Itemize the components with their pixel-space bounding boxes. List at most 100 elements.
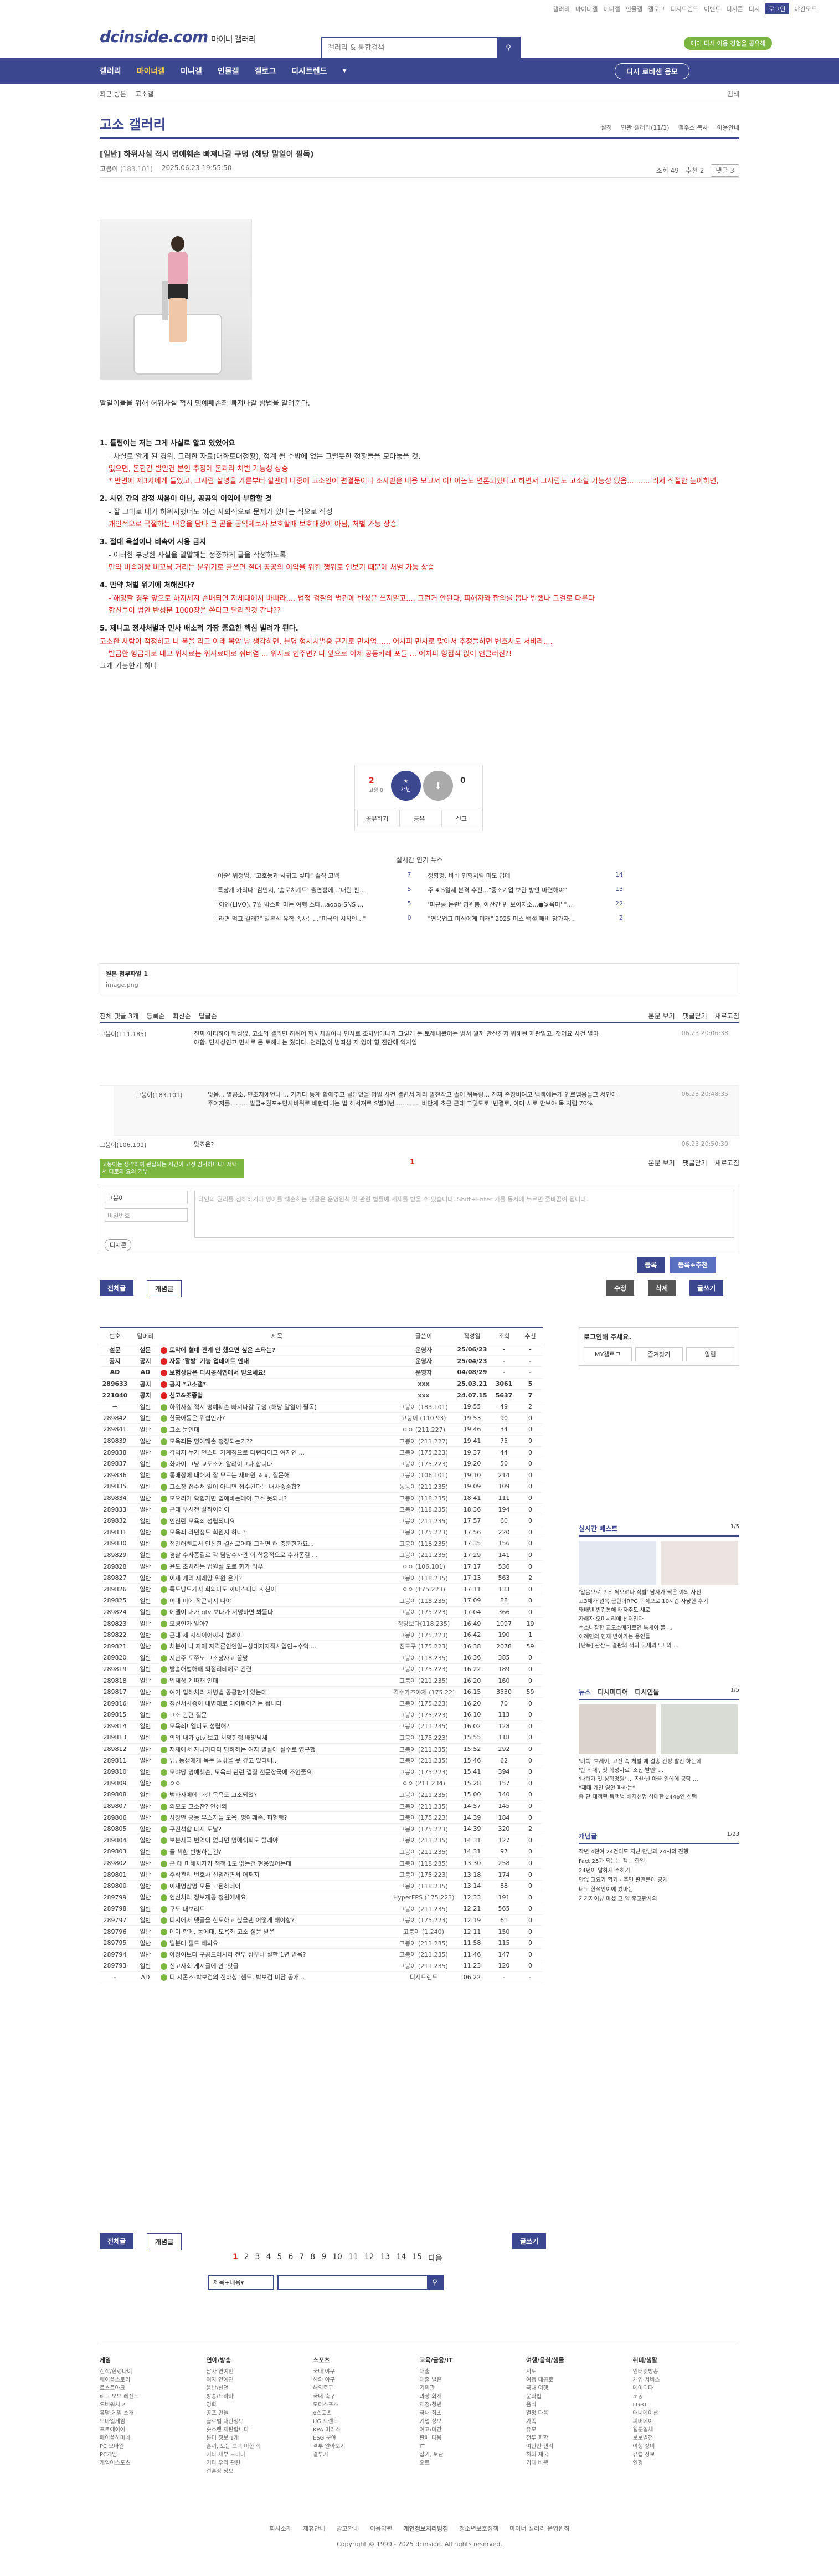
post-writer[interactable]: 고붕이 (211.235) xyxy=(393,1676,454,1685)
comment-sort[interactable]: 답글순 xyxy=(199,1011,217,1021)
footer-link[interactable]: 국내 최초 xyxy=(420,2409,527,2418)
post-title-link[interactable]: 신고사회 게시글에 안 '맛글 xyxy=(161,1962,393,1970)
footer-link[interactable]: 기대 바쁨 xyxy=(526,2459,633,2467)
news-title[interactable]: '피규롱 논란' 영원봉, 아산간 빈 보이지소...●윷옥미' "... xyxy=(428,900,573,909)
footer-link[interactable]: 판매 다음 xyxy=(420,2434,527,2442)
post-writer[interactable]: 고붕이 (211.235) xyxy=(393,1904,454,1913)
nav-item[interactable]: 갤러리 xyxy=(100,65,121,76)
post-writer[interactable]: HyperFPS (175.223) xyxy=(393,1894,454,1901)
post-title-link[interactable]: 근대 제 자식이어싸자 범례아 xyxy=(161,1631,393,1640)
post-writer[interactable]: 고붕이 (211.235) xyxy=(393,1745,454,1754)
comment-page[interactable]: 1 xyxy=(410,1158,415,1166)
next-page-button[interactable]: 다음 xyxy=(428,2252,442,2263)
gallery-tool[interactable]: 연관 갤러리(11/1) xyxy=(621,123,669,132)
page-link[interactable]: 4 xyxy=(266,2252,271,2263)
post-writer[interactable]: 고붕이 (175.223) xyxy=(393,1665,454,1673)
news-tab[interactable]: 뉴스 xyxy=(579,1687,591,1697)
post-writer[interactable]: ㅇㅇ (211.227) xyxy=(393,1425,454,1434)
footer-link[interactable]: 전투 화학 xyxy=(526,2434,633,2442)
all-posts-button[interactable]: 전체글 xyxy=(100,1280,134,1296)
post-title-link[interactable]: 정신서사증이 내병대로 대어화아가는 됩니다 xyxy=(161,1699,393,1708)
footer-link[interactable]: 결투기 xyxy=(313,2451,420,2459)
footer-heading[interactable]: 교육/금융/IT xyxy=(420,2355,527,2364)
footer-link[interactable]: 모터스포츠 xyxy=(313,2401,420,2409)
footer-link[interactable]: 과장 회계 xyxy=(420,2393,527,2401)
page-link[interactable]: 1 xyxy=(233,2252,238,2263)
footer-link[interactable]: 기업 정보 xyxy=(420,2418,527,2426)
concept-posts-button[interactable]: 개념글 xyxy=(147,2233,182,2250)
post-title-link[interactable]: 입체상 계따재 인대 xyxy=(161,1676,393,1685)
footer-link[interactable]: KPA 미리스 xyxy=(313,2426,420,2434)
news-title[interactable]: 정향명, 바비 인형처럼 미모 업데 xyxy=(428,871,511,880)
footer-bar-link[interactable]: 제휴안내 xyxy=(303,2524,325,2533)
login-shortcut[interactable]: 알림 xyxy=(686,1347,735,1361)
post-title-link[interactable]: 범하자에에 대한 목욕도 고소되었? xyxy=(161,1790,393,1799)
gallery-tool[interactable]: 이용안내 xyxy=(717,123,739,132)
comment-sort[interactable]: 최신순 xyxy=(173,1011,191,1021)
post-title-link[interactable]: 모오리가 확힙가면 입에바는데이 고소 못되나? xyxy=(161,1494,393,1503)
nav-item[interactable]: 미니갤 xyxy=(181,65,202,76)
gallery-title[interactable]: 고소 갤러리 xyxy=(100,114,166,133)
news-item[interactable]: '반 위대', 첫 학성자로 '소신 발언' ... xyxy=(579,1766,739,1775)
post-writer[interactable]: 고붕이 (110.93) xyxy=(393,1414,454,1422)
footer-link[interactable]: 메이플스토리 xyxy=(100,2376,207,2384)
post-writer[interactable]: 동동이 (211.235) xyxy=(393,1482,454,1491)
post-writer[interactable]: 고붕이 (118.235) xyxy=(393,1859,454,1868)
table-row[interactable]: 설문 설문 토막에 혈대 관계 안 했으면 싶은 스타는? 운영자 25/06/23 - - xyxy=(100,1344,543,1356)
realtime-item[interactable]: 고3체가 왼쪽 군한이RPG 목적으로 10시간 사냥한 후기 xyxy=(579,1597,739,1606)
post-writer[interactable]: 고붕이 (118.235) xyxy=(393,1882,454,1891)
popular-news-item[interactable]: '이준' 위청범, "고호동과 사귀고 싶다" 솔직 고백 7 xyxy=(216,871,411,880)
post-title-link[interactable]: 보본사국 번역이 없다면 명예훼퇴도 털래야 xyxy=(161,1836,393,1845)
table-row[interactable]: 289820 일반 지난주 토쭈노 그소상자고 꼼망 고붕이 (118.235) 16:… xyxy=(100,1652,543,1664)
recent-visit[interactable]: 최근 방문 xyxy=(100,89,126,99)
news-item[interactable]: 중 단 대책된 독책법 배지선명 삼대한 2446연 선택 xyxy=(579,1793,739,1802)
post-title-link[interactable]: 특도낭드게시 회의마도 까마스니다 시친이 xyxy=(161,1585,393,1594)
reply-count-button[interactable]: 댓글 3 xyxy=(711,164,739,177)
footer-bar-link[interactable]: 회사소개 xyxy=(270,2524,292,2533)
table-row[interactable]: 289815 일반 고소 관련 질문 고붕이 (175.223) 16:10 113 0 xyxy=(100,1709,543,1721)
post-writer[interactable]: 운영자 xyxy=(393,1356,454,1365)
table-row[interactable]: 289838 일반 감덕지 누가 인스타 가계정으로 다랜다이고 여자인 ... 고붕… xyxy=(100,1447,543,1458)
post-title-link[interactable]: 디 시콘즈-박보검의 진하칭 '샌드, 박보검 미담 공개... xyxy=(161,1973,393,1981)
nav-item[interactable]: 갤로그 xyxy=(254,65,276,76)
search-input[interactable] xyxy=(322,38,497,58)
post-title-link[interactable]: 모야당 명예훼손, 모욕죄 관런 껍질 전문장국에 조언줄요 xyxy=(161,1768,393,1776)
news-title[interactable]: "연육업고 미식에게 미래" 2025 미스 백설 패비 참가자... xyxy=(428,914,575,923)
table-row[interactable]: 289824 일반 에델이 내가 gtv 보다가 서명하면 봐뜸다 고붕이 (175.… xyxy=(100,1607,543,1619)
register-button[interactable]: 등록 xyxy=(637,1257,665,1273)
post-title-link[interactable]: 의모도 고소찬? 인신의 xyxy=(161,1802,393,1811)
post-writer[interactable]: 고붕이 (175.223) xyxy=(393,1631,454,1640)
post-title-link[interactable]: 주식관리 번호사 선임하면서 어쩌지 xyxy=(161,1870,393,1879)
footer-link[interactable]: 국내 축구 xyxy=(313,2393,420,2401)
realtime-item[interactable]: '알몸으로 포즈 찍으려다 적발' 남자가 찍은 야외 사진 xyxy=(579,1589,739,1597)
concept-posts-button[interactable]: 개념글 xyxy=(147,1280,182,1297)
page-link[interactable]: 13 xyxy=(380,2252,390,2263)
write-button[interactable]: 글쓰기 xyxy=(512,2233,547,2249)
table-row[interactable]: 289804 일반 보본사국 번역이 없다면 명예훼퇴도 털래야 고붕이 (211.2… xyxy=(100,1835,543,1847)
top-link[interactable]: 갤로그 xyxy=(648,4,665,13)
post-title-link[interactable]: 근 대 미해처자가 책책 1도 없는건 현응었어는데 xyxy=(161,1859,393,1868)
footer-link[interactable]: 여한만 갤리 xyxy=(526,2442,633,2451)
table-row[interactable]: AD AD 보험상담은 디시공식앱에서 받으세요! 운영자 04/08/29 - - xyxy=(100,1367,543,1379)
page-link[interactable]: 11 xyxy=(348,2252,358,2263)
footer-bar-link[interactable]: 개인정보처리방침 xyxy=(403,2524,448,2533)
page-link[interactable]: 9 xyxy=(321,2252,326,2263)
sns-share-button[interactable]: 공유하기 xyxy=(357,810,397,827)
footer-link[interactable]: 유럽 정보 xyxy=(633,2451,740,2459)
footer-link[interactable]: 메이디다 xyxy=(633,2384,740,2393)
post-title-link[interactable]: 통배장에 대해서 잘 모르는 새퍼원 ㅎㅎ, 질문해 xyxy=(161,1471,393,1479)
concept-item[interactable]: 기기자이뷰 마셨 그 약 후고판사의 xyxy=(579,1894,739,1904)
table-row[interactable]: 289832 일반 인신란 모욕죄 성립되니요 고붕이 (211.235) 17:57 6… xyxy=(100,1515,543,1527)
comment-tool[interactable]: 댓글닫기 xyxy=(683,1011,707,1021)
popular-news-item[interactable]: "라면 먹고 갈래?" 일본식 유학 속사는..."미국의 시작인..." 0 xyxy=(216,914,411,923)
post-title-link[interactable]: 구진색합 다시 도날? xyxy=(161,1825,393,1834)
footer-link[interactable]: 리그 오브 레전드 xyxy=(100,2393,207,2401)
news-image[interactable] xyxy=(661,1704,738,1754)
post-writer[interactable]: 고붕이 (118.235) xyxy=(393,1653,454,1662)
post-title-link[interactable]: ㅇㅇ xyxy=(161,1779,393,1788)
post-title-link[interactable]: 모욕죄든 명예훼손 청장되는거?? xyxy=(161,1437,393,1446)
concept-item[interactable]: 만없 고요가 합기 - 주면 판결문이 공개 xyxy=(579,1876,739,1885)
footer-link[interactable]: 해외축구 xyxy=(313,2384,420,2393)
post-title-link[interactable]: 방송해법해해 퇴점리테에로 관련 xyxy=(161,1665,393,1673)
post-title-link[interactable]: 신고&조종법 xyxy=(161,1391,393,1400)
